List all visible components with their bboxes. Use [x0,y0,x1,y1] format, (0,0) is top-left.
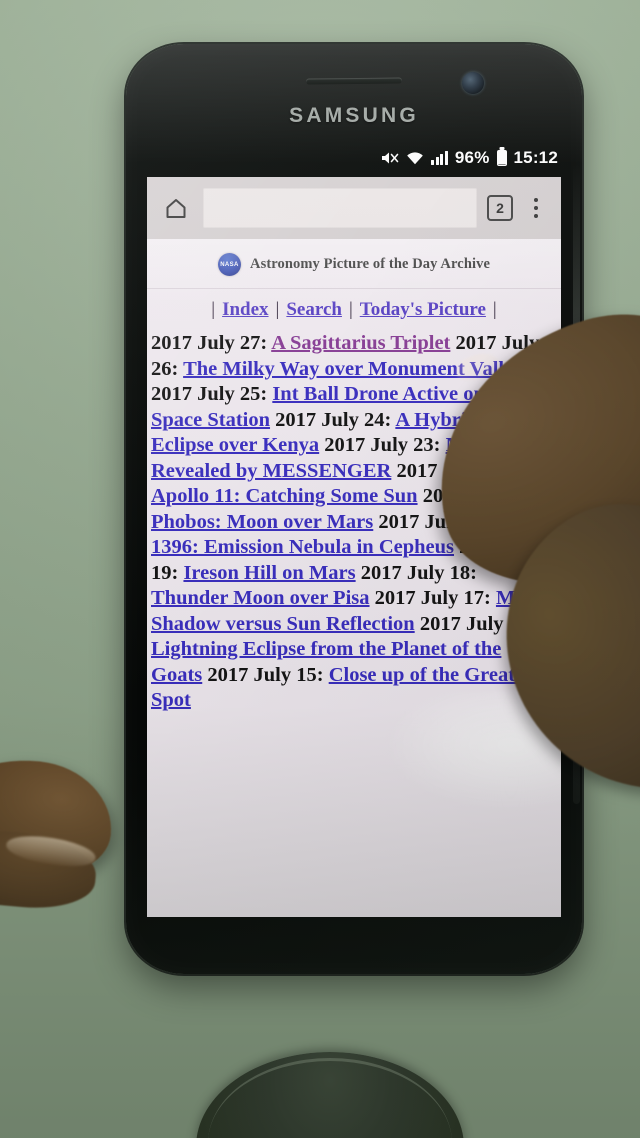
samsung-brand-label: SAMSUNG [289,104,419,127]
wifi-icon [406,151,424,166]
status-bar: 96% 15:12 [146,140,562,176]
archive-entry-link[interactable]: Thunder Moon over Pisa [151,587,370,609]
archive-entry-link[interactable]: Ireson Hill on Mars [183,562,355,584]
nav-separator-0: | [211,299,216,320]
archive-entry-date: 2017 July 15: [207,663,324,686]
archive-entry-link[interactable]: Phobos: Moon over Mars [151,511,373,533]
earpiece-speaker [305,77,403,85]
battery-percent: 96% [454,148,490,167]
photo-scene: SAMSUNG 96% 15:12 2 NASA Astronomy Pictu… [0,0,640,1138]
signal-bars-icon [431,151,448,165]
mute-icon [380,150,399,166]
nav-separator-2: | [348,299,353,320]
nav-separator-3: | [492,299,497,320]
nav-separator-1: | [275,299,280,320]
site-header: NASA Astronomy Picture of the Day Archiv… [147,239,561,289]
archive-entry-date: 2017 July 18: [360,561,477,584]
nav-link-search[interactable]: Search [286,299,342,321]
home-icon [166,198,186,218]
page-title: Astronomy Picture of the Day Archive [250,256,490,272]
bowl-rim [208,1058,452,1138]
tab-count-button[interactable]: 2 [487,195,513,221]
archive-entry-link[interactable]: Apollo 11: Catching Some Sun [151,485,418,507]
site-navigation: | Index | Search | Today's Picture | [147,289,561,329]
nasa-logo-text: NASA [220,261,239,268]
battery-icon [496,150,507,166]
archive-entry-date: 2017 July 25: [151,383,268,405]
browser-toolbar: 2 [147,177,561,239]
web-page-content: NASA Astronomy Picture of the Day Archiv… [147,239,561,917]
archive-entry-date: 2017 July 24: [275,408,392,431]
archive-entry: 2017 July 27: A Sagittarius Triplet [151,332,450,354]
status-clock: 15:12 [513,148,558,167]
nasa-meatball-logo-icon: NASA [218,253,241,276]
archive-entry-date: 2017 July 27: [151,332,268,354]
archive-entry-link[interactable]: A Sagittarius Triplet [271,332,450,354]
url-address-input[interactable] [203,188,477,228]
archive-entry-date: 2017 July 23: [324,434,441,456]
nav-link-todays-picture[interactable]: Today's Picture [360,299,486,321]
front-camera [462,72,484,94]
nav-link-index[interactable]: Index [222,299,268,321]
overflow-menu-icon[interactable] [523,198,549,218]
archive-entry: 2017 July 15: Close up of the Great Red … [151,664,556,712]
archive-entry-date: 2017 July 17: [374,587,491,609]
home-button[interactable] [159,197,193,220]
